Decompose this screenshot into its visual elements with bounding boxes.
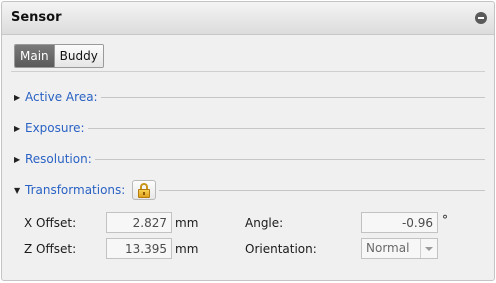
collapse-icon[interactable]: [475, 12, 487, 24]
z-offset-input[interactable]: [106, 238, 172, 259]
section-label: Transformations:: [25, 183, 126, 197]
divider: [94, 158, 485, 160]
x-offset-input[interactable]: [106, 212, 172, 233]
x-offset-unit: mm: [175, 216, 199, 230]
divider: [11, 71, 485, 72]
panel-header: Sensor: [2, 2, 494, 35]
tab-main[interactable]: Main: [15, 45, 54, 67]
section-exposure[interactable]: ▶ Exposure:: [14, 119, 485, 137]
divider: [87, 127, 485, 129]
z-offset-label: Z Offset:: [24, 242, 77, 256]
triangle-right-icon: ▶: [14, 154, 21, 164]
triangle-down-icon: ▼: [14, 185, 21, 195]
orientation-label: Orientation:: [245, 242, 317, 256]
section-transformations[interactable]: ▼ Transformations:: [14, 179, 485, 201]
panel-title: Sensor: [11, 10, 62, 25]
tab-bar: Main Buddy: [14, 44, 104, 68]
section-label: Exposure:: [25, 121, 85, 135]
triangle-right-icon: ▶: [14, 92, 21, 102]
x-offset-label: X Offset:: [24, 216, 77, 230]
section-active-area[interactable]: ▶ Active Area:: [14, 88, 485, 106]
section-label: Active Area:: [25, 90, 98, 104]
section-resolution[interactable]: ▶ Resolution:: [14, 150, 485, 168]
sensor-panel: Sensor Main Buddy ▶ Active Area: ▶ Expos…: [1, 1, 495, 281]
chevron-down-icon[interactable]: [420, 239, 437, 258]
orientation-value: Normal: [366, 241, 410, 255]
divider: [100, 96, 485, 98]
lock-icon[interactable]: [132, 180, 157, 200]
divider: [159, 189, 485, 191]
section-label: Resolution:: [25, 152, 92, 166]
angle-unit: °: [442, 213, 448, 227]
orientation-select[interactable]: Normal: [361, 238, 438, 259]
angle-input[interactable]: [361, 212, 438, 233]
angle-label: Angle:: [245, 216, 284, 230]
triangle-right-icon: ▶: [14, 123, 21, 133]
tab-buddy[interactable]: Buddy: [53, 45, 103, 67]
z-offset-unit: mm: [175, 242, 199, 256]
